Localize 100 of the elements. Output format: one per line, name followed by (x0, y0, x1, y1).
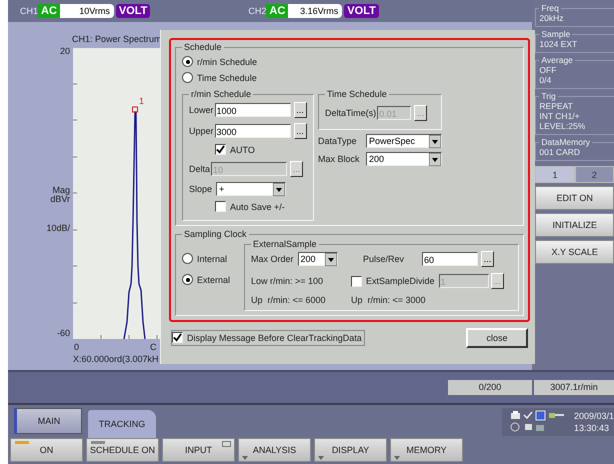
field-label: Slope (189, 184, 212, 194)
field-label: Lower (189, 105, 214, 115)
function-key[interactable]: ON (10, 438, 83, 462)
function-key[interactable]: SCHEDULE ON (86, 438, 159, 462)
field-label: Delta (189, 164, 210, 174)
field-label: DeltaTime(s) (325, 108, 376, 118)
checkbox[interactable] (215, 144, 226, 155)
side-button[interactable]: INITIALIZE (535, 213, 614, 237)
group-title: Time Schedule (326, 89, 388, 99)
axis-label: Mag (52, 185, 70, 195)
dropdown[interactable]: 200 (366, 152, 442, 166)
dropdown[interactable]: 200 (298, 252, 338, 266)
close-button[interactable]: close (466, 328, 528, 348)
coupling-badge: AC (38, 4, 60, 18)
axis-label: 0 (74, 342, 80, 352)
checkbox[interactable] (172, 332, 183, 343)
section-value: 20kHz (539, 13, 564, 23)
radio-label: External (197, 274, 230, 284)
dropdown[interactable]: PowerSpec (366, 134, 442, 148)
field-label: Pulse/Rev (362, 254, 406, 264)
browse-button[interactable]: ... (294, 123, 307, 139)
mode-tab[interactable]: MAIN (14, 408, 82, 434)
browse-button[interactable]: ... (294, 102, 307, 118)
window-icon (222, 441, 231, 447)
section-title: Freq (540, 3, 560, 13)
radio-button[interactable] (182, 274, 193, 285)
section-value: OFF (539, 65, 558, 75)
section-title: Trig (540, 91, 557, 101)
field-label: Upper (189, 126, 214, 136)
checkbox-label: Auto Save +/- (230, 202, 285, 212)
caret-icon (429, 152, 441, 166)
radio-label: Time Schedule (197, 72, 257, 82)
checkbox[interactable] (215, 201, 226, 212)
input-field[interactable]: 60 (422, 252, 478, 266)
section-value: 0/4 (539, 75, 552, 85)
checkbox-label: ExtSampleDivide (366, 276, 435, 286)
section-value: 001 CARD (539, 147, 582, 157)
corner-triangle-icon (394, 456, 400, 460)
corner-triangle-icon (242, 456, 248, 460)
status-icons-drawing (508, 410, 566, 434)
caret-icon (273, 182, 286, 196)
group-title: Sampling Clock (183, 229, 248, 239)
unit-badge: VOLT (116, 4, 150, 18)
caret-icon (324, 252, 337, 266)
group-title: r/min Schedule (190, 89, 252, 99)
radio-button[interactable] (182, 253, 193, 264)
section-value: INT CH1/+ (539, 111, 581, 121)
page-tab[interactable]: 2 (574, 166, 614, 183)
radio-button[interactable] (182, 72, 193, 83)
corner-triangle-icon (318, 456, 324, 460)
limit-text: Up r/min: <= 3000 (351, 295, 427, 305)
section-title: DataMemory (540, 137, 592, 147)
input-field[interactable]: 3000 (214, 124, 291, 138)
browse-button[interactable]: ... (481, 251, 494, 267)
channel-label: CH1 (20, 6, 38, 16)
checkbox-label: AUTO (230, 144, 255, 154)
coupling-badge: AC (266, 4, 288, 18)
section-value: LEVEL:25% (539, 121, 586, 131)
marker-label: 1 (139, 96, 144, 106)
axis-label: 20 (60, 46, 70, 56)
group-title: Schedule (183, 42, 223, 52)
group-title: ExternalSample (252, 239, 318, 249)
axis-label: -60 (56, 328, 70, 338)
speed-readout: 3007.1r/min (534, 380, 614, 395)
channel-label: CH2 (248, 6, 266, 16)
range-value: 10Vrms (60, 4, 114, 18)
limit-text: Low r/min: >= 100 (251, 276, 324, 286)
mode-tab[interactable]: TRACKING (88, 410, 156, 438)
radio-label: Internal (197, 254, 228, 264)
range-value: 3.16Vrms (288, 4, 342, 18)
caret-icon (429, 134, 441, 148)
radio-button[interactable] (182, 56, 193, 67)
page-tab[interactable]: 1 (535, 166, 575, 183)
side-button[interactable]: X.Y SCALE (535, 240, 614, 264)
peak-marker (132, 106, 138, 112)
time-text: 13:30:43 (574, 422, 610, 434)
field-label: Max Block (318, 154, 360, 164)
section-title: Sample (540, 29, 572, 39)
function-key[interactable]: INPUT (162, 438, 235, 462)
input-field[interactable]: 1000 (214, 103, 291, 117)
checkbox-label: Display Message Before ClearTrackingData (187, 332, 362, 342)
function-key[interactable]: DISPLAY (314, 438, 387, 462)
unit-badge: VOLT (344, 4, 379, 18)
axis-label: 10dB/ (46, 223, 70, 233)
limit-text: Up r/min: <= 6000 (251, 295, 327, 305)
block-count: 0/200 (448, 380, 532, 395)
section-value: REPEAT (539, 101, 574, 111)
function-key[interactable]: ANALYSIS (238, 438, 311, 462)
field-label: DataType (318, 136, 357, 146)
field-label: Max Order (251, 254, 294, 264)
cursor-readout: X:60.000ord(3.007kH (73, 354, 159, 364)
function-key[interactable]: MEMORY (390, 438, 463, 462)
section-value: 1024 EXT (539, 39, 578, 49)
axis-label: dBVr (50, 194, 70, 204)
axis-label: C (150, 342, 156, 352)
dropdown[interactable]: + (216, 182, 286, 196)
side-button[interactable]: EDIT ON (535, 186, 614, 210)
date-text: 2009/03/1 (574, 410, 614, 422)
radio-label: r/min Schedule (197, 56, 258, 66)
section-title: Average (540, 55, 574, 65)
